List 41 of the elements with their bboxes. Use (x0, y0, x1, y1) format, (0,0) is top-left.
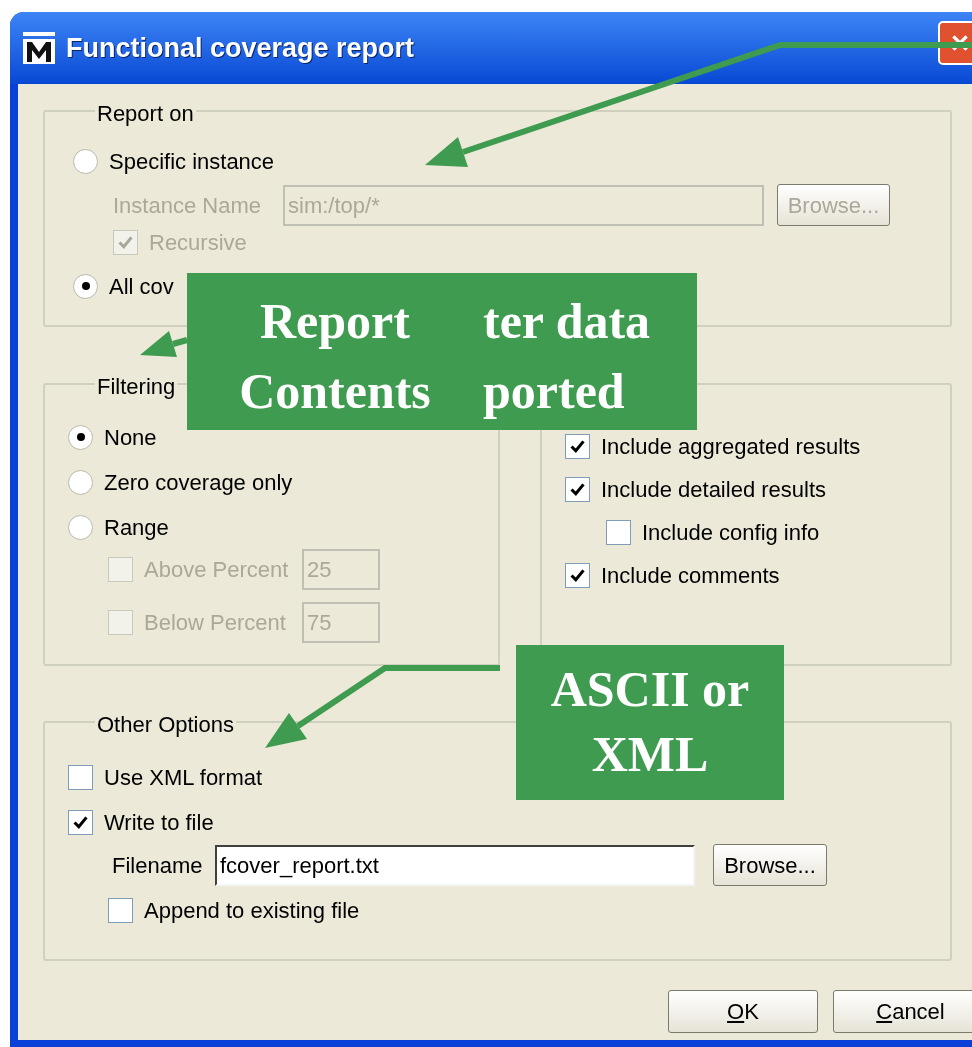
checkbox[interactable] (565, 476, 590, 502)
option-label: Use XML format (104, 763, 263, 792)
checkbox[interactable] (108, 897, 133, 923)
option-label: Include detailed results (601, 475, 827, 504)
checkbox[interactable] (68, 809, 93, 835)
radio-button[interactable] (68, 469, 93, 495)
option-label: Include comments (601, 561, 780, 590)
callout-text: ported (483, 362, 625, 421)
callout-text: ter data (483, 292, 651, 351)
field-label: Filename (112, 851, 204, 880)
browse-button[interactable]: Browse... (713, 844, 827, 886)
option-label: Include config info (642, 518, 820, 547)
option-label: Above Percent (144, 556, 290, 584)
app-logo-icon (22, 31, 56, 65)
option-label: Zero coverage only (104, 468, 293, 497)
checkbox[interactable] (606, 519, 631, 545)
dialog-button[interactable]: OK (668, 990, 818, 1033)
option-label: Recursive (149, 228, 247, 257)
option-label: Include aggregated results (601, 432, 861, 461)
field-label: Instance Name (113, 191, 262, 220)
checkbox[interactable] (565, 433, 590, 459)
radio-button[interactable] (68, 424, 93, 450)
radio-button[interactable] (68, 514, 93, 540)
callout-text: ASCII or XML (549, 660, 751, 784)
close-icon (949, 32, 971, 54)
option-label: All cov (109, 272, 174, 301)
option-label: None (104, 423, 157, 452)
option-label: Below Percent (144, 609, 287, 637)
callout-text: Report (260, 292, 410, 351)
filename-field[interactable]: fcover_report.txt (215, 844, 695, 886)
window-title: Functional coverage report (66, 31, 415, 65)
checkbox[interactable] (68, 764, 93, 790)
radio-button[interactable] (73, 148, 98, 174)
option-label: Range (104, 513, 169, 542)
option-label: Write to file (104, 808, 214, 837)
checkbox[interactable] (565, 562, 590, 588)
radio-button[interactable] (73, 273, 98, 299)
option-label: Specific instance (109, 147, 275, 176)
dialog-button[interactable]: Cancel (833, 990, 972, 1033)
option-label: Append to existing file (144, 896, 360, 925)
callout-text: Contents (239, 362, 431, 421)
